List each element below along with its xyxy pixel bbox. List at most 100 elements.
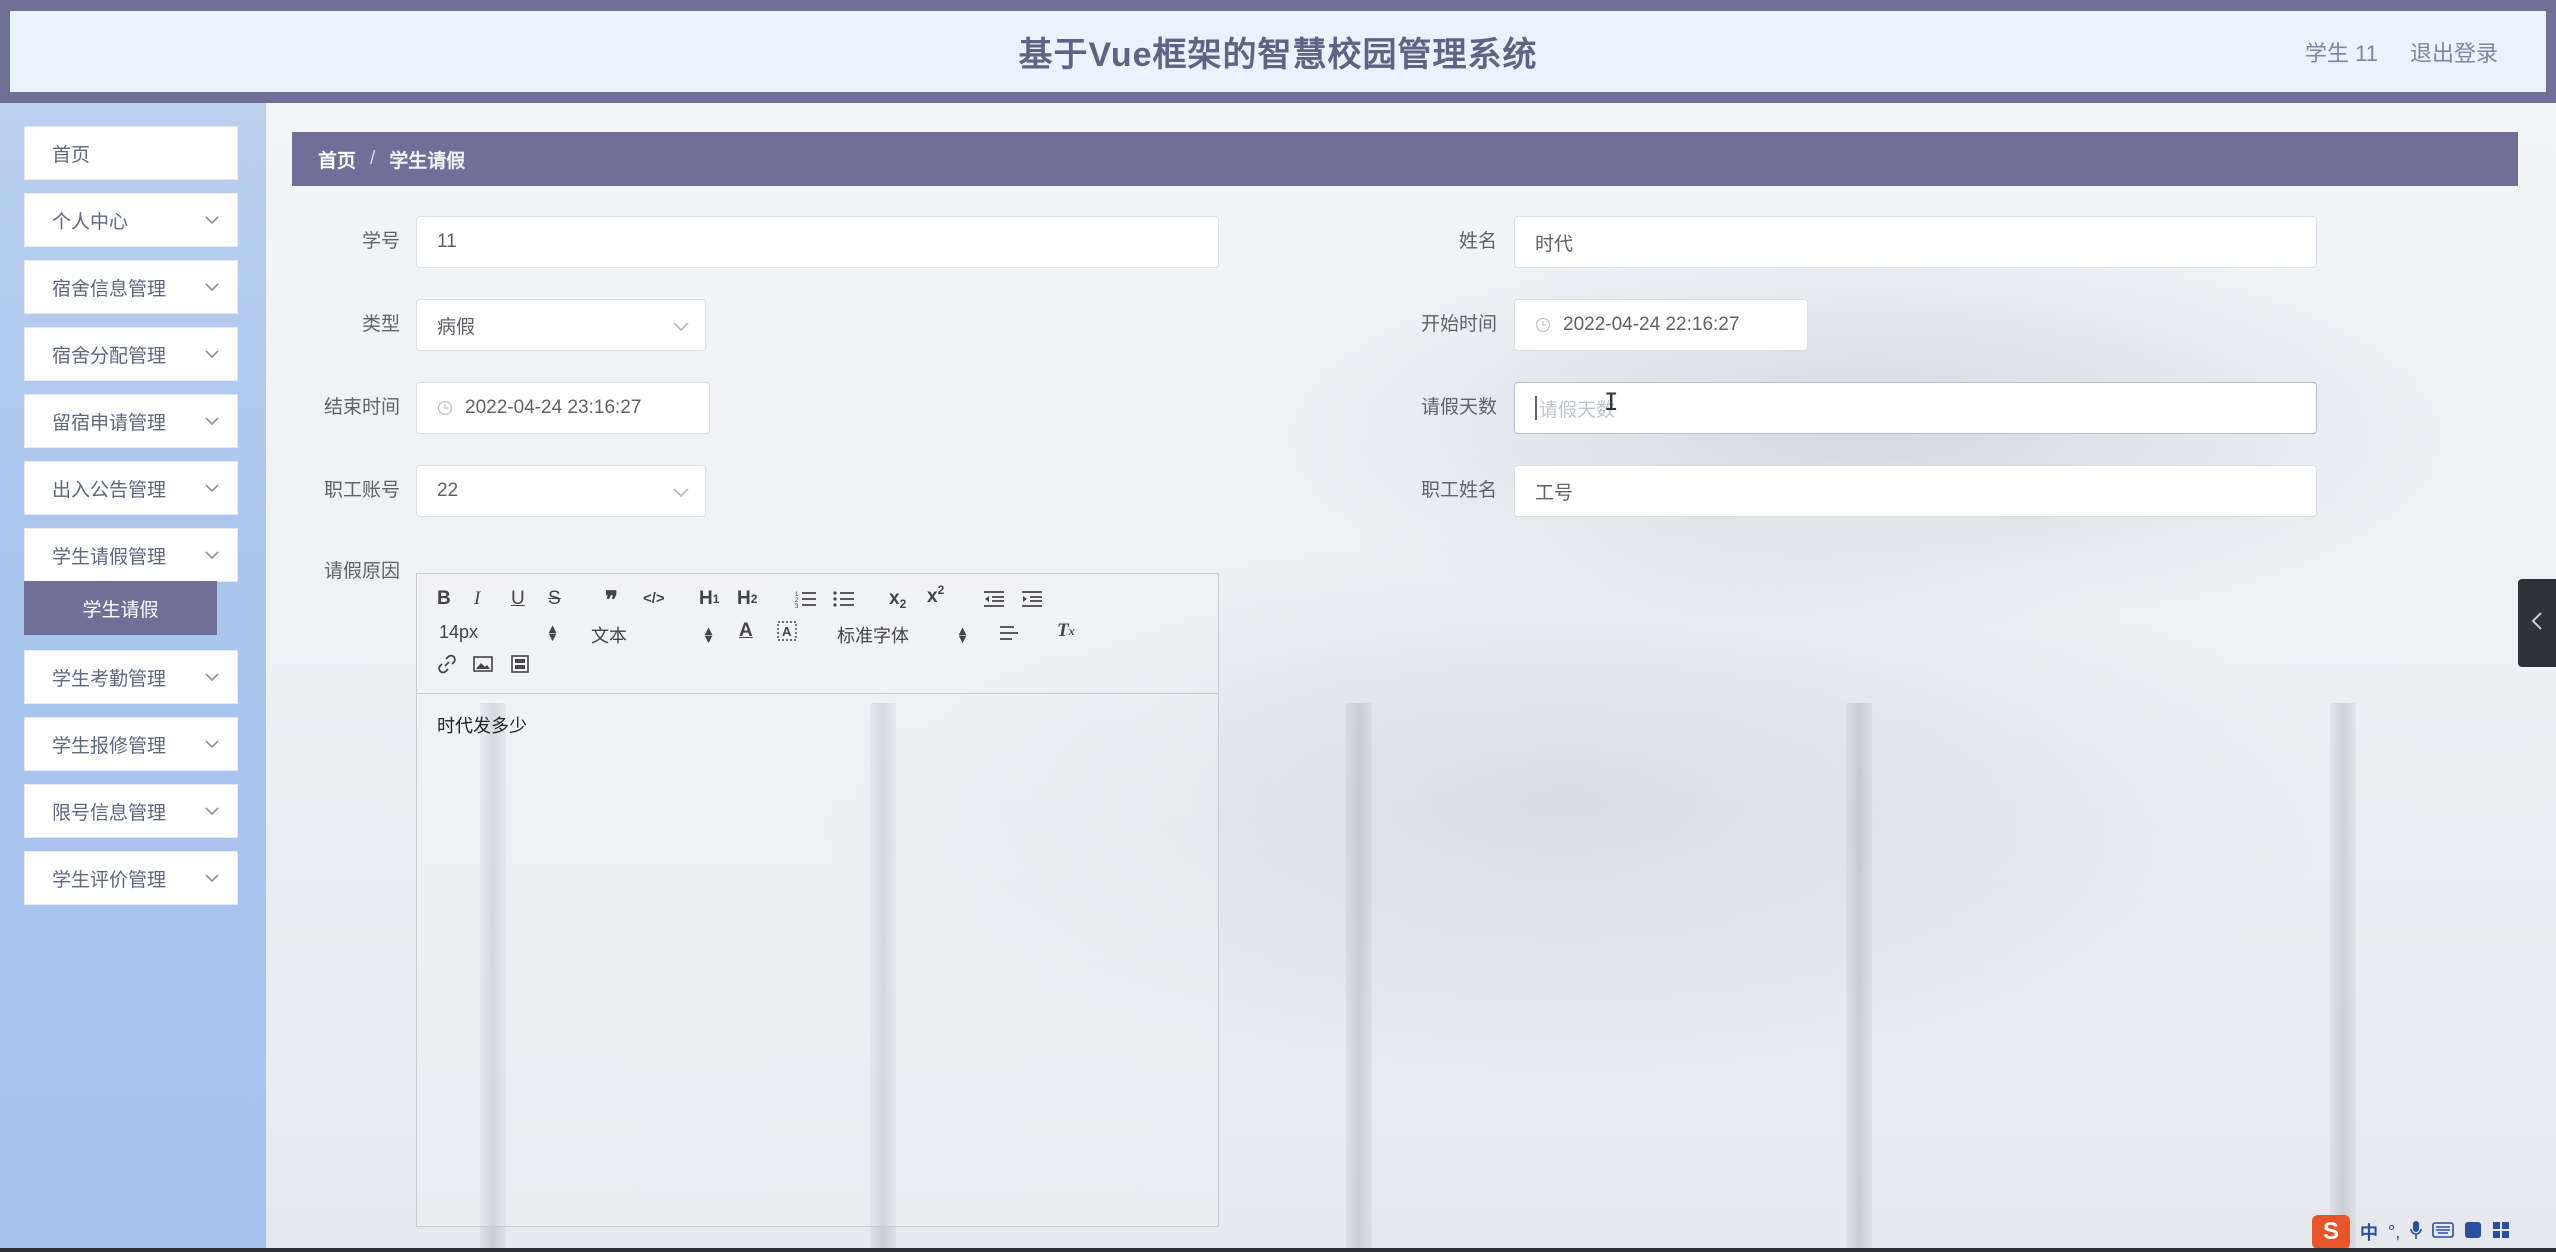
student-id-field[interactable]: 11 (416, 216, 1219, 268)
background-decoration (1346, 703, 1372, 1252)
chevron-down-icon (673, 316, 689, 338)
keyboard-icon[interactable] (2432, 1221, 2455, 1243)
underline-icon[interactable]: U (511, 588, 525, 610)
text-caret (1535, 396, 1537, 420)
clear-format-icon[interactable]: Tx (1057, 620, 1075, 642)
background-decoration (1846, 703, 1872, 1252)
chevron-down-icon (203, 546, 221, 564)
sidebar-item-label: 留宿申请管理 (52, 412, 167, 434)
video-icon[interactable] (511, 655, 529, 673)
editor-content[interactable]: 时代发多少 (417, 694, 1218, 756)
italic-icon[interactable]: I (474, 588, 480, 610)
sidebar-item-label: 学生请假管理 (52, 546, 167, 568)
bullet-list-icon[interactable] (833, 590, 855, 608)
staff-account-label: 职工账号 (323, 480, 400, 501)
name-label: 姓名 (1458, 231, 1497, 252)
clock-icon (437, 400, 453, 416)
header: 基于Vue框架的智慧校园管理系统 学生 11 退出登录 (10, 11, 2546, 92)
chevron-down-icon (203, 869, 221, 887)
sidebar-item-dorm-assign[interactable]: 宿舍分配管理 (24, 327, 238, 381)
indent-icon[interactable] (1021, 590, 1043, 608)
user-name[interactable]: 学生 11 (2305, 36, 2378, 68)
staff-account-value: 22 (437, 480, 459, 501)
bold-icon[interactable]: B (437, 588, 451, 610)
start-time-picker[interactable]: 2022-04-24 22:16:27 (1514, 299, 1808, 351)
updown-icon: ▲ ▼ (956, 623, 969, 646)
breadcrumb-current: 学生请假 (389, 150, 466, 172)
chevron-left-icon (2531, 611, 2543, 636)
microphone-icon[interactable] (2410, 1220, 2423, 1245)
breadcrumb-separator: / (370, 148, 376, 169)
sidebar-item-dorm-info[interactable]: 宿舍信息管理 (24, 260, 238, 314)
logout-link[interactable]: 退出登录 (2410, 36, 2498, 68)
sidebar-item-leave[interactable]: 学生请假管理 (24, 528, 238, 582)
sidebar-item-profile[interactable]: 个人中心 (24, 193, 238, 247)
end-time-label: 结束时间 (323, 397, 400, 418)
ordered-list-icon[interactable]: 123 (795, 590, 817, 608)
staff-name-label: 职工姓名 (1420, 480, 1497, 501)
sidebar-item-label: 宿舍分配管理 (52, 345, 167, 367)
type-label: 类型 (361, 314, 400, 335)
chevron-down-icon (673, 482, 689, 504)
chevron-down-icon (203, 345, 221, 363)
ime-mode[interactable]: 中 (2360, 1219, 2378, 1245)
student-id-value: 11 (437, 231, 457, 252)
toolbox-icon[interactable] (2492, 1221, 2510, 1244)
subscript-icon[interactable]: x2 (889, 588, 906, 611)
sidebar-item-evaluation[interactable]: 学生评价管理 (24, 851, 238, 905)
sidebar-item-notice[interactable]: 出入公告管理 (24, 461, 238, 515)
chevron-down-icon (203, 211, 221, 229)
type-value: 病假 (437, 316, 476, 338)
staff-name-value: 工号 (1535, 482, 1574, 504)
end-time-picker[interactable]: 2022-04-24 23:16:27 (416, 382, 710, 434)
mouse-cursor-icon: I (1604, 388, 1619, 416)
heading2-icon[interactable]: H2 (737, 588, 757, 610)
rich-text-editor[interactable]: B I U S ❞ </> H1 H2 123 x2 x2 14px ▲ ▼ 文本 ▲… (416, 573, 1219, 1227)
panel-toggle-button[interactable] (2518, 579, 2556, 667)
sidebar-item-label: 出入公告管理 (52, 479, 167, 501)
ime-logo[interactable]: S (2312, 1215, 2350, 1249)
sidebar-item-home[interactable]: 首页 (24, 126, 238, 180)
heading-select[interactable]: 文本 ▲ ▼ (591, 622, 715, 648)
superscript-icon[interactable]: x2 (927, 583, 944, 608)
outdent-icon[interactable] (983, 590, 1005, 608)
top-bar: 基于Vue框架的智慧校园管理系统 学生 11 退出登录 (0, 0, 2556, 103)
leave-days-input[interactable]: 请假天数 (1514, 382, 2317, 434)
staff-name-field[interactable]: 工号 (1514, 465, 2317, 517)
code-icon[interactable]: </> (643, 590, 665, 607)
user-area: 学生 11 退出登录 (2305, 11, 2498, 92)
blockquote-icon[interactable]: ❞ (605, 586, 618, 615)
staff-account-select[interactable]: 22 (416, 465, 706, 517)
sidebar-item-stay-apply[interactable]: 留宿申请管理 (24, 394, 238, 448)
chevron-down-icon (203, 802, 221, 820)
svg-text:A: A (782, 624, 792, 639)
start-time-label: 开始时间 (1420, 314, 1497, 335)
heading1-icon[interactable]: H1 (699, 588, 719, 610)
name-field[interactable]: 时代 (1514, 216, 2317, 268)
skin-icon[interactable] (2464, 1221, 2482, 1244)
punctuation-icon[interactable]: °, (2388, 1222, 2400, 1243)
type-select[interactable]: 病假 (416, 299, 706, 351)
sidebar-item-label: 宿舍信息管理 (52, 278, 167, 300)
background-color-icon[interactable]: A (777, 621, 797, 641)
chevron-down-icon (203, 278, 221, 296)
sidebar-subitem-leave[interactable]: 学生请假 (24, 581, 217, 635)
sidebar-item-restrict[interactable]: 限号信息管理 (24, 784, 238, 838)
app-title: 基于Vue框架的智慧校园管理系统 (1018, 36, 1538, 74)
svg-text:3: 3 (795, 604, 799, 608)
font-size-select[interactable]: 14px ▲ ▼ (439, 622, 559, 643)
sidebar: 首页 个人中心 宿舍信息管理 宿舍分配管理 留宿申请管理 出入公告管理 学生请假… (0, 103, 266, 1252)
sidebar-item-label: 学生报修管理 (52, 735, 167, 757)
image-icon[interactable] (473, 656, 493, 672)
font-family-value: 标准字体 (837, 626, 909, 646)
strikethrough-icon[interactable]: S (548, 588, 561, 610)
align-icon[interactable] (999, 624, 1019, 642)
font-color-icon[interactable]: A (739, 620, 753, 642)
link-icon[interactable] (437, 654, 457, 674)
font-family-select[interactable]: 标准字体 ▲ ▼ (837, 622, 969, 648)
breadcrumb-home[interactable]: 首页 (318, 146, 356, 173)
sidebar-item-attendance[interactable]: 学生考勤管理 (24, 650, 238, 704)
updown-icon: ▲ ▼ (546, 620, 559, 644)
background-decoration (2330, 703, 2356, 1252)
sidebar-item-repair[interactable]: 学生报修管理 (24, 717, 238, 771)
